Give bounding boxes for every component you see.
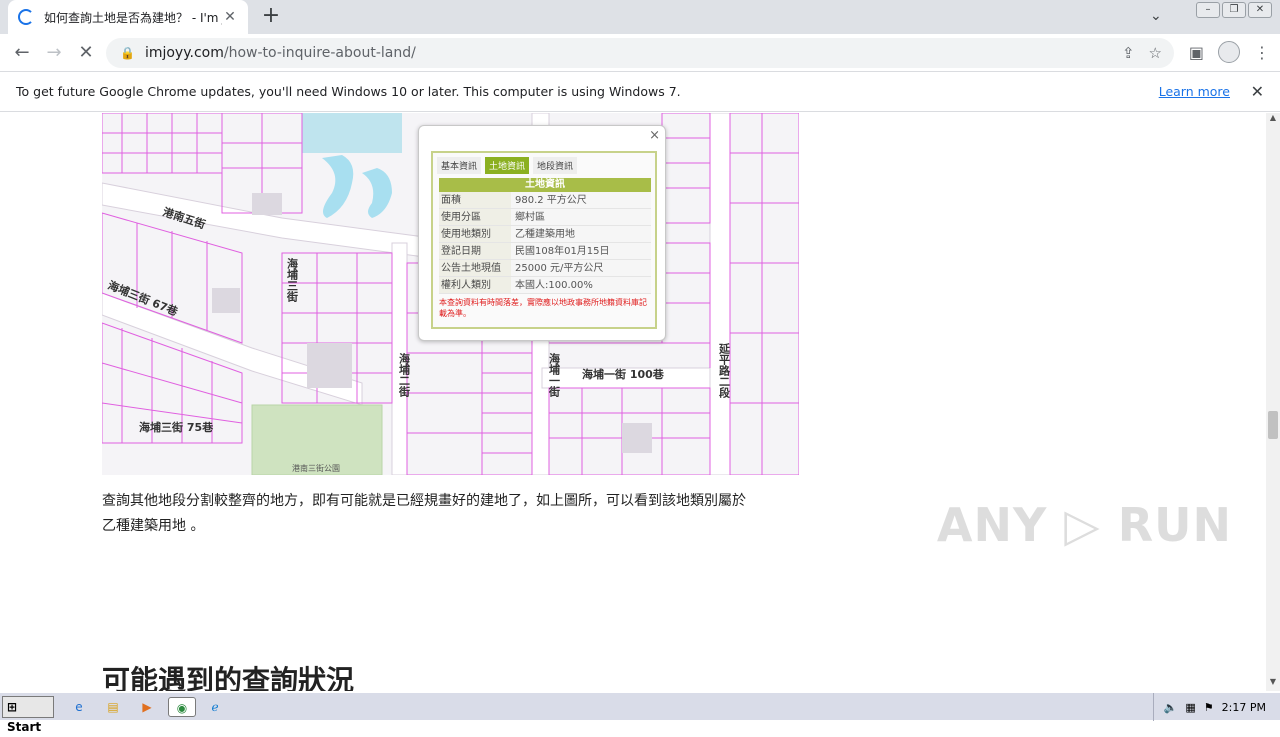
scroll-thumb[interactable] [1268, 411, 1278, 439]
row-value: 民國108年01月15日 [511, 243, 651, 259]
park-label: 港南三街公園 [292, 463, 340, 473]
street-label: 海埔三街 75巷 [139, 420, 214, 434]
row-value: 本國人:100.00% [511, 277, 651, 293]
share-icon[interactable]: ⇪ [1122, 44, 1135, 62]
street-label: 海埔三街 [286, 257, 300, 303]
street-label: 海埔一街 100巷 [582, 367, 665, 381]
network-icon[interactable]: ▦ [1185, 701, 1195, 714]
street-label: 海埔二街 [398, 352, 412, 398]
restore-icon[interactable]: ❐ [1222, 2, 1246, 18]
table-row: 登記日期 民國108年01月15日 [439, 243, 651, 260]
window-close-icon[interactable]: ✕ [1248, 2, 1272, 18]
url-host: imjoyy.com [144, 45, 224, 61]
tab-section-info[interactable]: 地段資訊 [533, 157, 578, 174]
row-key: 面積 [439, 192, 511, 208]
side-panel-icon[interactable]: ▣ [1189, 43, 1204, 62]
page-content: 港南五街 海埔三街 67巷 海埔三街 75巷 海埔一街 100巷 海埔三街 海埔… [0, 113, 1266, 691]
tab-search-chevron-icon[interactable]: ⌄ [1150, 8, 1162, 24]
chrome-taskbar-icon[interactable]: ◉ [168, 697, 196, 717]
row-key: 權利人類別 [439, 277, 511, 293]
row-value: 鄉村區 [511, 209, 651, 225]
internet-explorer-icon[interactable]: e [68, 697, 90, 717]
page-scrollbar[interactable]: ▲ ▼ [1266, 113, 1280, 691]
table-row: 面積 980.2 平方公尺 [439, 192, 651, 209]
paragraph-line: 乙種建築用地 。 [102, 518, 205, 534]
land-info-popup: × 基本資訊 土地資訊 地段資訊 土地資訊 面積 980.2 平方公尺 使用分區鄉… [418, 125, 666, 341]
address-bar[interactable]: 🔒 imjoyy.com/how-to-inquire-about-land/ … [106, 38, 1174, 68]
forward-arrow-icon[interactable]: → [42, 41, 66, 65]
popup-tabs: 基本資訊 土地資訊 地段資訊 [433, 153, 655, 178]
paragraph-line: 查詢其他地段分割較整齊的地方，即有可能就是已經規畫好的建地了，如上圖所，可以看到… [102, 493, 746, 509]
action-center-flag-icon[interactable]: ⚑ [1204, 701, 1214, 714]
table-row: 使用分區 鄉村區 [439, 209, 651, 226]
popup-close-icon[interactable]: × [649, 128, 660, 143]
table-row: 權利人類別 本國人:100.00% [439, 277, 651, 294]
profile-avatar-icon[interactable] [1218, 41, 1240, 63]
table-row: 公告土地現值 25000 元/平方公尺 [439, 260, 651, 277]
windows-taskbar: ⊞ Start e ▤ ▶ ◉ ℯ 🔈 ▦ ⚑ 2:17 PM [0, 692, 1280, 734]
browser-toolbar: ← → ✕ 🔒 imjoyy.com/how-to-inquire-about-… [0, 34, 1280, 72]
stop-loading-icon[interactable]: ✕ [74, 41, 98, 65]
row-key: 公告土地現值 [439, 260, 511, 276]
popup-disclaimer: 本查詢資料有時間落差，實際應以地政事務所地籍資料庫記載為準。 [439, 298, 647, 318]
infobar-message: To get future Google Chrome updates, you… [16, 84, 681, 99]
clock[interactable]: 2:17 PM [1222, 701, 1266, 714]
volume-icon[interactable]: 🔈 [1164, 701, 1178, 714]
cadastral-map-image: 港南五街 海埔三街 67巷 海埔三街 75巷 海埔一街 100巷 海埔三街 海埔… [102, 113, 799, 475]
tab-close-icon[interactable]: ✕ [222, 9, 238, 25]
scroll-down-icon[interactable]: ▼ [1266, 677, 1280, 691]
tab-title: 如何查詢土地是否為建地？ - I'm Joy [44, 10, 222, 25]
row-key: 使用分區 [439, 209, 511, 225]
media-player-icon[interactable]: ▶ [136, 697, 158, 717]
anyrun-watermark: ANY ▷ RUN [936, 498, 1232, 552]
edge-icon[interactable]: ℯ [204, 697, 226, 717]
tab-land-info[interactable]: 土地資訊 [485, 157, 530, 174]
row-key: 登記日期 [439, 243, 511, 259]
row-key: 使用地類別 [439, 226, 511, 242]
row-value: 乙種建築用地 [511, 226, 651, 242]
row-value: 25000 元/平方公尺 [511, 260, 651, 276]
infobar-close-icon[interactable]: ✕ [1251, 82, 1264, 101]
lock-icon: 🔒 [120, 46, 135, 60]
browser-tab[interactable]: 如何查詢土地是否為建地？ - I'm Joy ✕ [8, 0, 248, 34]
learn-more-link[interactable]: Learn more [1159, 84, 1230, 99]
start-button[interactable]: ⊞ Start [2, 696, 54, 734]
street-label: 延平路二段 [718, 342, 732, 399]
window-controls: – ❐ ✕ [1196, 2, 1272, 18]
row-value: 980.2 平方公尺 [511, 192, 651, 208]
url-path: /how-to-inquire-about-land/ [223, 45, 416, 61]
tab-basic-info[interactable]: 基本資訊 [437, 157, 482, 174]
table-title: 土地資訊 [439, 178, 651, 192]
tab-strip: 如何查詢土地是否為建地？ - I'm Joy ✕ + ⌄ – ❐ ✕ [0, 0, 1280, 34]
back-arrow-icon[interactable]: ← [10, 41, 34, 65]
start-label: Start [7, 720, 42, 734]
land-info-table: 土地資訊 面積 980.2 平方公尺 使用分區 鄉村區 使用地類別 乙種建築用地 登記… [439, 178, 651, 294]
table-row: 使用地類別 乙種建築用地 [439, 226, 651, 243]
street-label: 海埔一街 [548, 352, 562, 398]
bookmark-star-icon[interactable]: ☆ [1149, 44, 1162, 62]
article-paragraph: 查詢其他地段分割較整齊的地方，即有可能就是已經規畫好的建地了，如上圖所，可以看到… [102, 489, 802, 539]
menu-dots-icon[interactable]: ⋮ [1254, 43, 1270, 62]
scroll-up-icon[interactable]: ▲ [1266, 113, 1280, 127]
update-infobar: To get future Google Chrome updates, you… [0, 72, 1280, 112]
system-tray: 🔈 ▦ ⚑ 2:17 PM [1152, 693, 1280, 721]
new-tab-button[interactable]: + [258, 4, 284, 30]
popup-inner: 基本資訊 土地資訊 地段資訊 土地資訊 面積 980.2 平方公尺 使用分區 鄉村區… [431, 151, 657, 329]
loading-spinner-icon [18, 9, 34, 25]
minimize-icon[interactable]: – [1196, 2, 1220, 18]
section-heading: 可能遇到的查詢狀況 [102, 664, 355, 691]
file-explorer-icon[interactable]: ▤ [102, 697, 124, 717]
